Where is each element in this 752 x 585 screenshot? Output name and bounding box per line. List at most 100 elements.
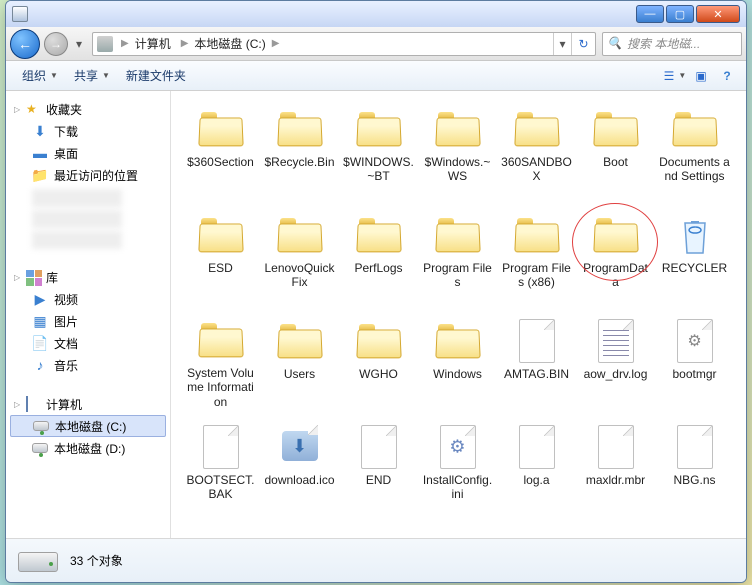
file-label: RECYCLER [662, 261, 727, 275]
file-item[interactable]: Documents and Settings [657, 101, 732, 201]
view-options-button[interactable]: ☰▼ [664, 65, 686, 87]
folder-icon [357, 324, 401, 358]
file-item[interactable]: $Recycle.Bin [262, 101, 337, 201]
drive-icon [18, 546, 60, 576]
breadcrumb-computer[interactable]: ▶ 计算机 [117, 33, 177, 55]
file-item[interactable]: ⬇ download.ico [262, 419, 337, 519]
sidebar-item-图片[interactable]: ▦图片 [6, 310, 170, 332]
file-item[interactable]: PerfLogs [341, 207, 416, 307]
file-item[interactable]: aow_drv.log [578, 313, 653, 413]
file-item[interactable]: $WINDOWS.~BT [341, 101, 416, 201]
sidebar-item-视频[interactable]: ▶视频 [6, 288, 170, 310]
title-bar[interactable]: — ▢ ✕ [6, 1, 746, 27]
file-label: ESD [208, 261, 233, 275]
file-item[interactable]: $Windows.~WS [420, 101, 495, 201]
file-label: Boot [603, 155, 628, 169]
file-item[interactable]: ProgramData [578, 207, 653, 307]
file-item[interactable]: END [341, 419, 416, 519]
minimize-button[interactable]: — [636, 5, 664, 23]
folder-icon [278, 218, 322, 252]
file-item[interactable]: ⚙InstallConfig.ini [420, 419, 495, 519]
nav-bar: ← → ▾ ▶ 计算机 ▶ 本地磁盘 (C:) ▶ ▾ ↻ 🔍 搜索 本地磁..… [6, 27, 746, 61]
file-item[interactable]: maxldr.mbr [578, 419, 653, 519]
file-label: AMTAG.BIN [504, 367, 569, 381]
redacted-item [32, 210, 122, 228]
file-item[interactable]: 360SANDBOX [499, 101, 574, 201]
chevron-right-icon: ▶ [179, 38, 191, 49]
folder-icon [673, 112, 717, 146]
file-item[interactable]: WGHO [341, 313, 416, 413]
file-label: LenovoQuickFix [264, 261, 335, 290]
library-icon [26, 270, 42, 286]
address-bar[interactable]: ▶ 计算机 ▶ 本地磁盘 (C:) ▶ ▾ ↻ [92, 32, 596, 56]
breadcrumb-drive-c[interactable]: ▶ 本地磁盘 (C:) ▶ [177, 33, 284, 55]
file-item[interactable]: log.a [499, 419, 574, 519]
file-item[interactable]: Windows [420, 313, 495, 413]
preview-pane-button[interactable]: ▣ [690, 65, 712, 87]
file-item[interactable]: ESD [183, 207, 258, 307]
redacted-item [32, 189, 122, 207]
favorites-group[interactable]: ▷ ★ 收藏夹 [6, 99, 170, 120]
file-label: maxldr.mbr [586, 473, 645, 487]
file-icon [519, 425, 555, 469]
help-button[interactable]: ? [716, 65, 738, 87]
back-button[interactable]: ← [10, 29, 40, 59]
file-item[interactable]: BOOTSECT.BAK [183, 419, 258, 519]
folder-icon [515, 112, 559, 146]
file-item[interactable]: Boot [578, 101, 653, 201]
close-button[interactable]: ✕ [696, 5, 740, 23]
file-item[interactable]: AMTAG.BIN [499, 313, 574, 413]
file-item[interactable]: System Volume Information [183, 313, 258, 413]
file-item[interactable]: RECYCLER [657, 207, 732, 307]
search-icon: 🔍 [607, 36, 623, 52]
computer-group[interactable]: ▷ 计算机 [6, 394, 170, 415]
file-label: log.a [523, 473, 549, 487]
file-item[interactable]: Program Files [420, 207, 495, 307]
file-label: System Volume Information [185, 366, 256, 409]
search-box[interactable]: 🔍 搜索 本地磁... [602, 32, 742, 56]
file-icon [677, 425, 713, 469]
folder-icon [594, 112, 638, 146]
drive-icon [32, 440, 48, 456]
sidebar-item-最近访问的位置[interactable]: 📁最近访问的位置 [6, 164, 170, 186]
file-list[interactable]: $360Section$Recycle.Bin$WINDOWS.~BT$Wind… [171, 91, 746, 538]
file-item[interactable]: Program Files (x86) [499, 207, 574, 307]
file-item[interactable]: Users [262, 313, 337, 413]
favorite-icon: ⬇ [32, 123, 48, 139]
address-dropdown[interactable]: ▾ [553, 33, 571, 55]
sidebar-item-文档[interactable]: 📄文档 [6, 332, 170, 354]
file-item[interactable]: $360Section [183, 101, 258, 201]
sidebar-item-桌面[interactable]: ▬桌面 [6, 142, 170, 164]
sidebar-item-下载[interactable]: ⬇下载 [6, 120, 170, 142]
new-folder-button[interactable]: 新建文件夹 [118, 61, 194, 90]
status-bar: 33 个对象 [6, 538, 746, 582]
libraries-group[interactable]: ▷ 库 [6, 267, 170, 288]
maximize-button[interactable]: ▢ [666, 5, 694, 23]
system-file-icon: ⚙ [677, 319, 713, 363]
download-icon: ⬇ [282, 425, 318, 469]
file-item[interactable]: LenovoQuickFix [262, 207, 337, 307]
sidebar-item-音乐[interactable]: ♪音乐 [6, 354, 170, 376]
file-item[interactable]: NBG.ns [657, 419, 732, 519]
folder-icon [278, 324, 322, 358]
file-item[interactable]: ⚙ bootmgr [657, 313, 732, 413]
text-file-icon [598, 319, 634, 363]
forward-button[interactable]: → [44, 32, 68, 56]
folder-icon [357, 218, 401, 252]
command-bar: 组织▼ 共享▼ 新建文件夹 ☰▼ ▣ ? [6, 61, 746, 91]
nav-history-dropdown[interactable]: ▾ [72, 34, 86, 54]
share-menu[interactable]: 共享▼ [66, 61, 118, 90]
file-label: bootmgr [672, 367, 716, 381]
library-item-icon: ▶ [32, 291, 48, 307]
file-label: download.ico [264, 473, 334, 487]
star-icon: ★ [26, 102, 42, 118]
folder-icon [199, 218, 243, 252]
sidebar-item-drive[interactable]: 本地磁盘 (D:) [6, 437, 170, 459]
sidebar-item-drive[interactable]: 本地磁盘 (C:) [10, 415, 166, 437]
file-icon [519, 319, 555, 363]
chevron-right-icon: ▶ [119, 38, 131, 49]
redacted-item [32, 231, 122, 249]
organize-menu[interactable]: 组织▼ [14, 61, 66, 90]
refresh-button[interactable]: ↻ [571, 33, 595, 55]
file-label: Documents and Settings [659, 155, 730, 184]
